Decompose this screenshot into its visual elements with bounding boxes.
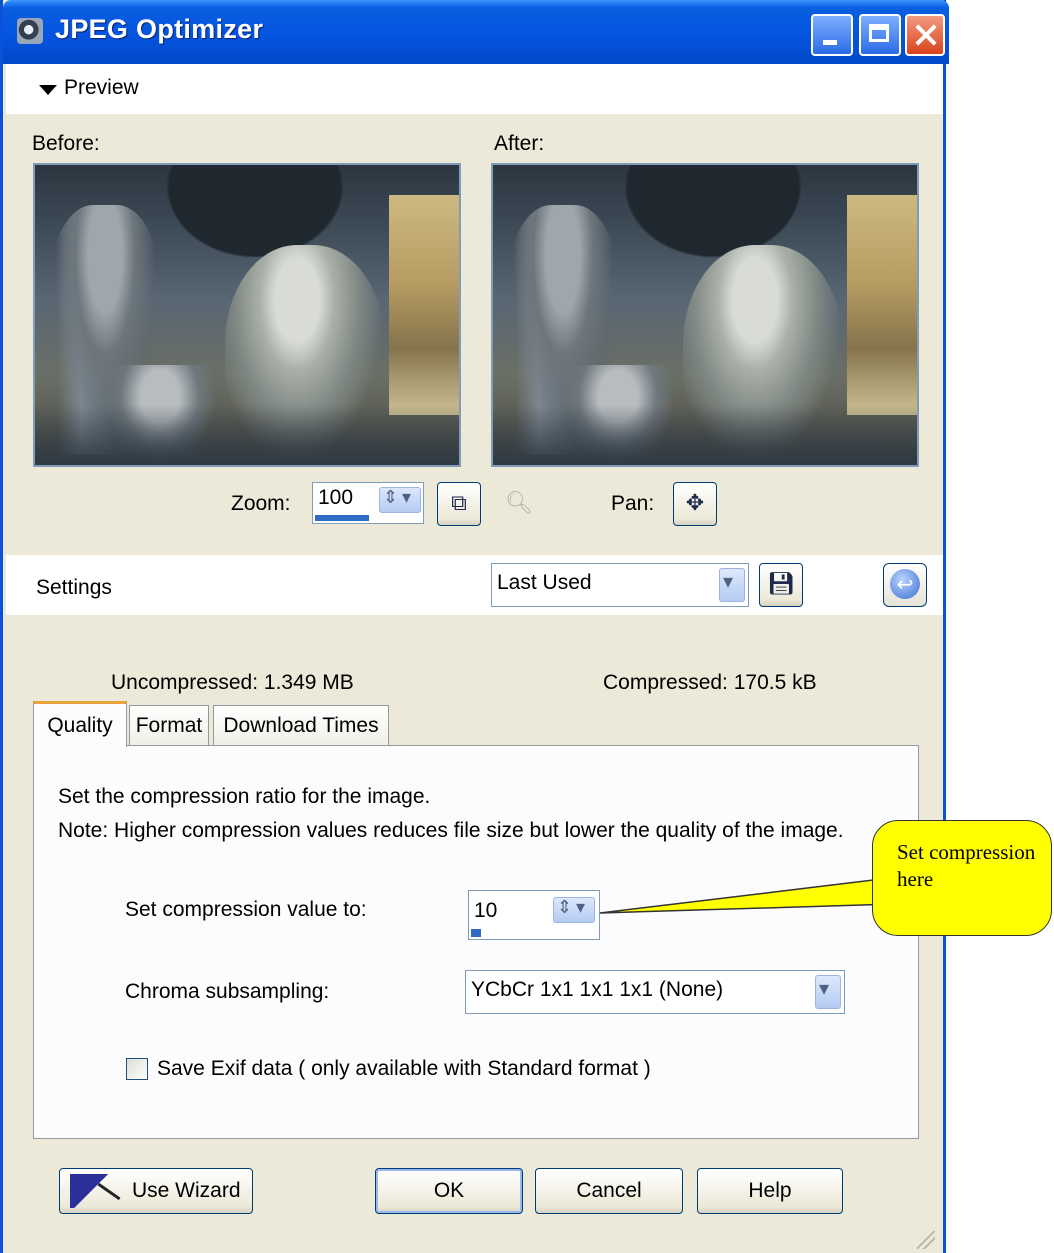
callout-pointer — [599, 877, 897, 914]
callout-text: Set compression here — [897, 840, 1036, 891]
annotation-callout: Set compression here — [872, 820, 1052, 936]
